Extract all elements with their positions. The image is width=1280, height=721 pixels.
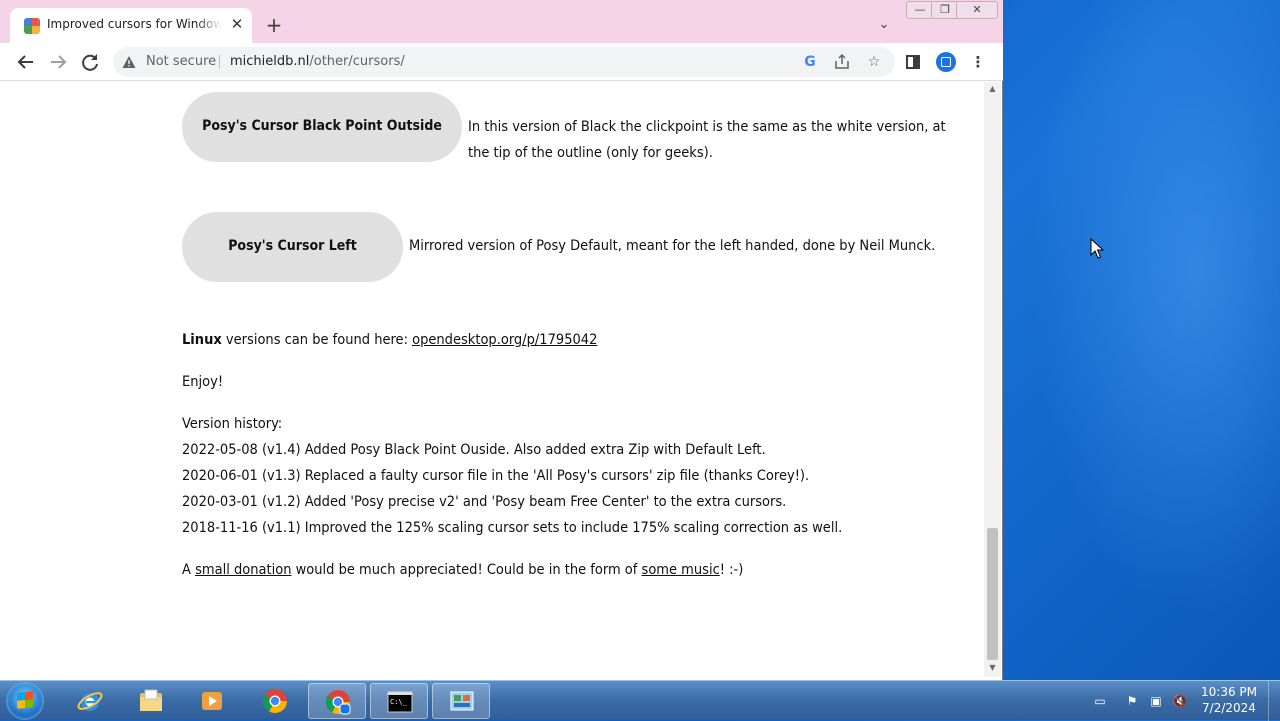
small-donation-link[interactable]: small donation [195, 562, 291, 578]
version-history-heading: Version history: [182, 416, 283, 432]
taskbar-internet-explorer[interactable] [61, 683, 119, 719]
donation-prefix: A [182, 562, 196, 578]
google-lens-icon[interactable]: G [801, 53, 819, 71]
start-button[interactable] [6, 682, 44, 720]
scroll-up-arrow-icon[interactable]: ▲ [984, 82, 1001, 96]
warning-icon[interactable] [122, 55, 136, 69]
cursor-left-description: Mirrored version of Posy Default, meant … [409, 238, 936, 254]
desktop-background [1003, 0, 1280, 680]
clock-date: 7/2/2024 [1202, 701, 1256, 715]
show-desktop-button[interactable] [1268, 681, 1280, 721]
side-panel-icon[interactable] [903, 52, 923, 72]
taskbar-media-player[interactable] [183, 683, 241, 719]
enjoy-text: Enjoy! [182, 374, 224, 390]
donation-middle: would be much appreciated! Could be in t… [291, 562, 642, 578]
maximize-button[interactable]: ❐ [931, 1, 959, 19]
cursor-left-button[interactable]: Posy's Cursor Left [182, 212, 403, 282]
url-host: michieldb.nl [230, 54, 310, 69]
divider [219, 55, 220, 69]
taskbar-control-panel[interactable] [432, 683, 490, 719]
tab-close-icon[interactable]: ✕ [228, 15, 246, 33]
taskbar-windows-explorer[interactable] [122, 683, 180, 719]
url-path: /other/cursors/ [309, 54, 405, 69]
back-button[interactable] [14, 50, 38, 74]
tab-active[interactable]: Improved cursors for Windows 10 ✕ [10, 8, 252, 43]
taskbar-chrome[interactable] [246, 683, 304, 719]
opendesktop-link[interactable]: opendesktop.org/p/1795042 [412, 332, 597, 348]
clock-time: 10:36 PM [1201, 685, 1257, 699]
security-label[interactable]: Not secure [146, 54, 216, 69]
internet-explorer-icon [77, 692, 103, 711]
taskbar: C:\_ ▭ ⚑ ▣ 🔇 10:36 PM 7/2/2024 [0, 680, 1280, 721]
donation-suffix: ! :-) [719, 562, 744, 578]
share-icon[interactable] [833, 53, 851, 71]
windows-logo-icon [17, 691, 33, 709]
url-text[interactable]: michieldb.nl/other/cursors/ [230, 54, 405, 69]
network-icon[interactable]: ▣ [1148, 693, 1164, 709]
tab-title: Improved cursors for Windows 10 [47, 17, 222, 31]
minimize-button[interactable]: — [906, 1, 934, 19]
forward-button[interactable] [46, 50, 70, 74]
linux-bold: Linux [182, 332, 222, 348]
svg-text:C:\_: C:\_ [390, 698, 408, 706]
media-player-icon [202, 692, 222, 710]
favicon-icon [24, 18, 40, 34]
command-prompt-icon: C:\_ [387, 691, 413, 713]
keyboard-tray-icon[interactable]: ▭ [1092, 693, 1108, 709]
linux-paragraph: Linux versions can be found here: opende… [182, 327, 597, 353]
linux-text: versions can be found here: [221, 332, 413, 348]
cursor-black-outside-button[interactable]: Posy's Cursor Black Point Outside [182, 92, 462, 162]
close-window-button[interactable]: ✕ [956, 1, 998, 19]
new-tab-button[interactable]: + [263, 14, 285, 36]
taskbar-command-prompt[interactable]: C:\_ [370, 683, 428, 719]
profile-avatar-icon[interactable] [936, 52, 956, 72]
tab-search-chevron-icon[interactable]: ⌄ [875, 16, 893, 34]
page-content: Posy's Cursor Black Point Outside In thi… [0, 82, 983, 677]
bookmark-star-icon[interactable]: ☆ [865, 53, 883, 71]
version-entry: 2018-11-16 (v1.1) Improved the 125% scal… [182, 520, 843, 536]
donation-paragraph: A small donation would be much appreciat… [182, 557, 743, 583]
cursor-black-outside-description: In this version of Black the clickpoint … [468, 119, 946, 161]
browser-toolbar: Not secure michieldb.nl/other/cursors/ G… [0, 43, 1003, 81]
menu-kebab-icon[interactable]: ⋮ [968, 52, 988, 72]
version-entry: 2022-05-08 (v1.4) Added Posy Black Point… [182, 442, 766, 458]
address-bar[interactable]: Not secure michieldb.nl/other/cursors/ G… [113, 47, 895, 77]
action-center-flag-icon[interactable]: ⚑ [1124, 693, 1140, 709]
chrome-icon [262, 689, 287, 714]
volume-muted-icon[interactable]: 🔇 [1172, 693, 1188, 709]
taskbar-chrome-active[interactable] [308, 683, 366, 719]
version-entry: 2020-03-01 (v1.2) Added 'Posy precise v2… [182, 494, 787, 510]
control-panel-icon [450, 691, 474, 711]
reload-button[interactable] [78, 50, 102, 74]
scroll-thumb[interactable] [987, 528, 998, 660]
tab-strip: Improved cursors for Windows 10 ✕ + ⌄ — … [0, 0, 1003, 43]
system-clock[interactable]: 10:36 PM 7/2/2024 [1196, 684, 1262, 716]
browser-window: Improved cursors for Windows 10 ✕ + ⌄ — … [0, 0, 1003, 680]
page-scrollbar[interactable]: ▲ ▼ [984, 82, 1001, 677]
mouse-pointer-icon [1090, 238, 1104, 259]
some-music-link[interactable]: some music [642, 562, 720, 578]
chrome-icon [325, 690, 351, 715]
scroll-down-arrow-icon[interactable]: ▼ [984, 661, 1001, 675]
version-entry: 2020-06-01 (v1.3) Replaced a faulty curs… [182, 468, 810, 484]
folder-icon [140, 689, 162, 711]
